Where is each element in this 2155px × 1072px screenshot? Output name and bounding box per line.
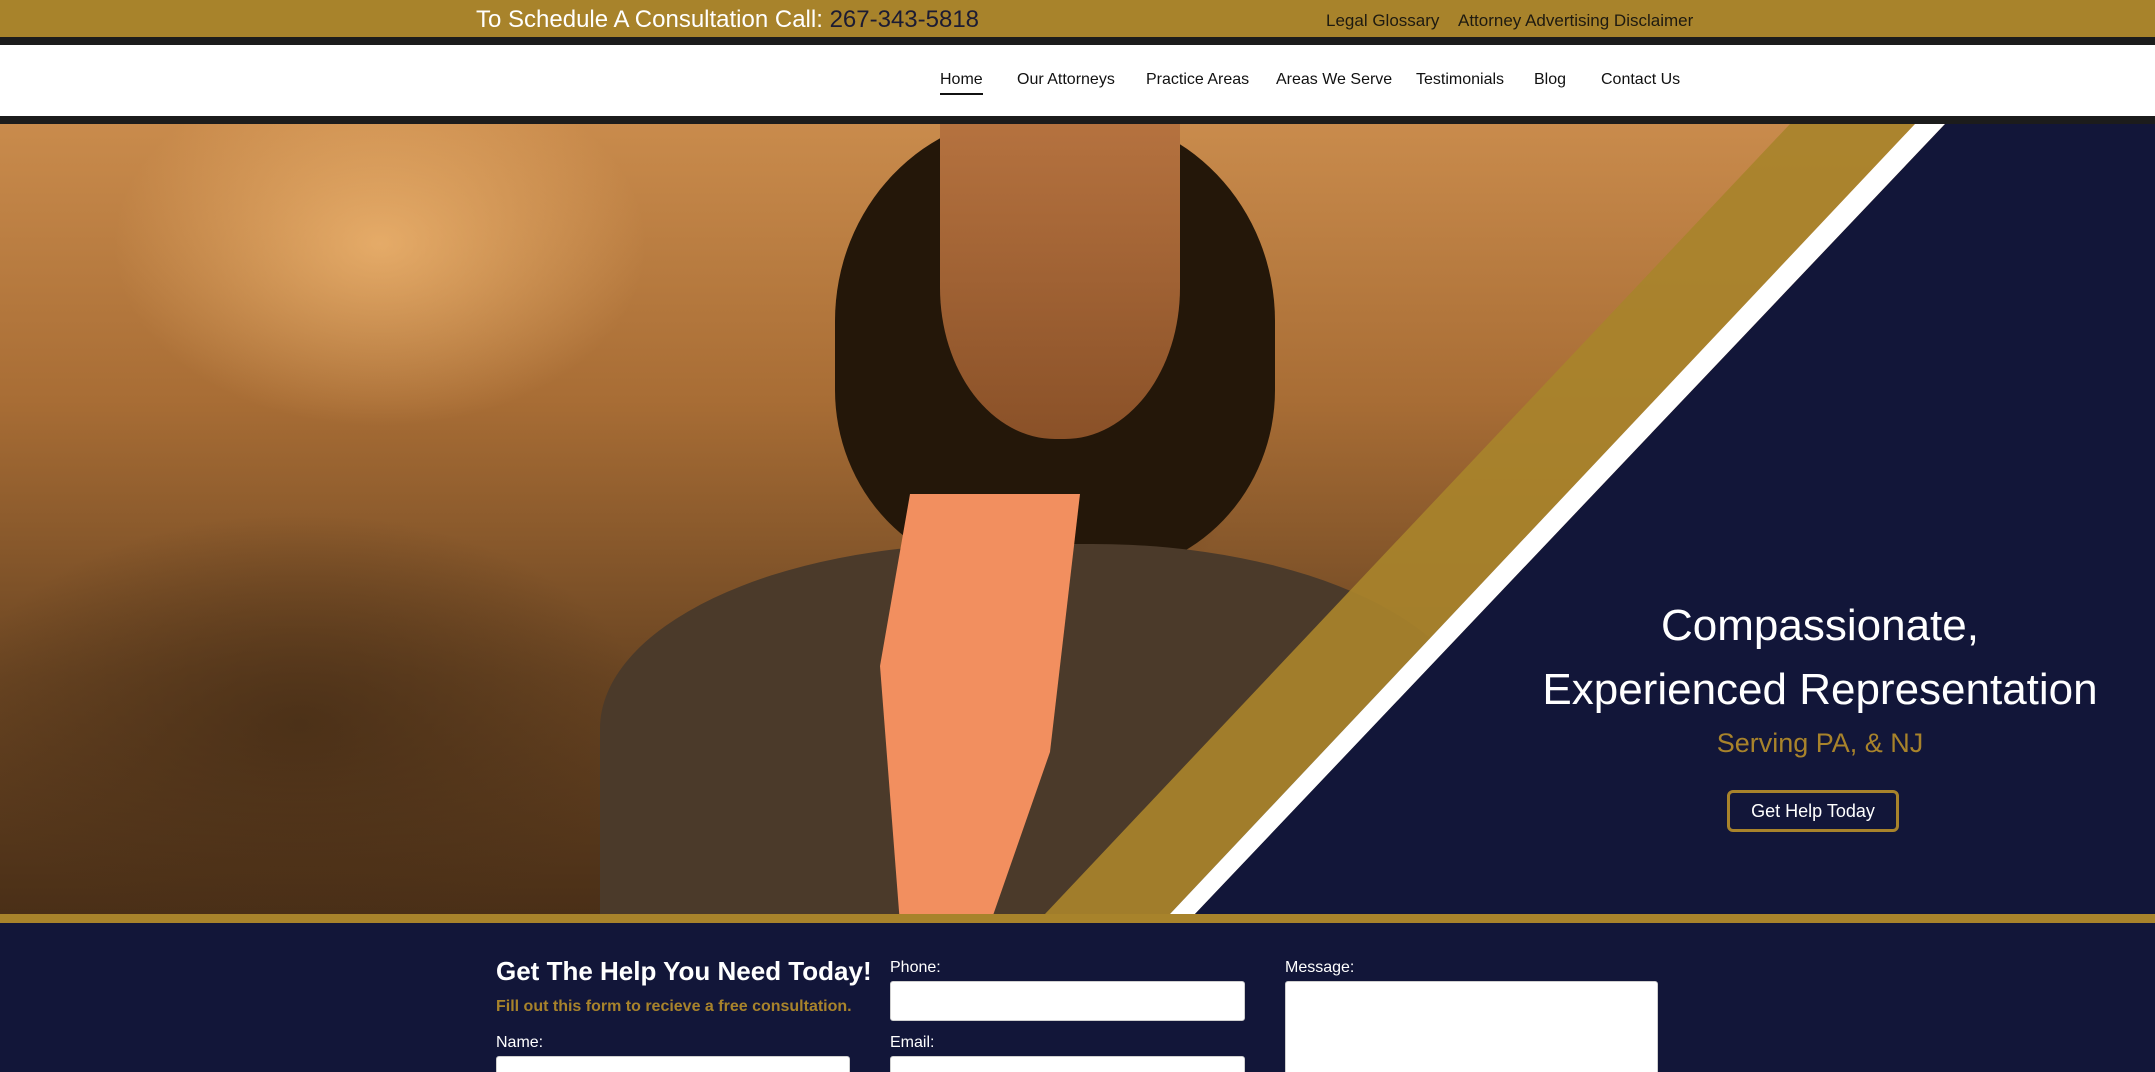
hero-heading-line2: Experienced Representation	[1542, 665, 2098, 714]
consultation-form-section: Get The Help You Need Today! Fill out th…	[0, 923, 2155, 1072]
form-title: Get The Help You Need Today!	[496, 956, 872, 986]
email-label: Email:	[890, 1034, 935, 1051]
consultation-cta: To Schedule A Consultation Call: 267-343…	[476, 6, 979, 34]
message-label: Message:	[1285, 959, 1355, 976]
name-field[interactable]	[496, 1056, 850, 1072]
legal-glossary-link[interactable]: Legal Glossary	[1326, 11, 1439, 31]
message-field[interactable]	[1285, 981, 1658, 1072]
nav-contact-us[interactable]: Contact Us	[1601, 71, 1680, 89]
name-label: Name:	[496, 1034, 544, 1051]
nav-practice-areas[interactable]: Practice Areas	[1146, 71, 1249, 89]
hero-heading: Compassionate, Experienced Representatio…	[1540, 594, 2100, 722]
nav-areas-we-serve[interactable]: Areas We Serve	[1276, 71, 1392, 89]
phone-link[interactable]: 267-343-5818	[830, 6, 979, 33]
phone-field[interactable]	[890, 981, 1245, 1021]
nav-blog[interactable]: Blog	[1534, 71, 1566, 89]
hero-banner: Compassionate, Experienced Representatio…	[0, 124, 2155, 914]
nav-testimonials[interactable]: Testimonials	[1416, 71, 1504, 89]
portrait-face	[940, 124, 1180, 439]
main-navigation: Home Our Attorneys Practice Areas Areas …	[0, 45, 2155, 116]
nav-our-attorneys[interactable]: Our Attorneys	[1017, 71, 1115, 89]
email-field[interactable]	[890, 1056, 1245, 1072]
hero-subheading: Serving PA, & NJ	[1716, 728, 1924, 758]
gold-divider	[0, 914, 2155, 923]
get-help-today-button[interactable]: Get Help Today	[1727, 790, 1899, 832]
nav-home[interactable]: Home	[940, 71, 983, 95]
phone-label: Phone:	[890, 959, 941, 976]
top-utility-bar: To Schedule A Consultation Call: 267-343…	[0, 0, 2155, 37]
nav-divider	[0, 116, 2155, 124]
consultation-text: To Schedule A Consultation Call:	[476, 6, 823, 33]
attorney-advertising-disclaimer-link[interactable]: Attorney Advertising Disclaimer	[1458, 11, 1693, 31]
top-divider	[0, 37, 2155, 45]
form-subtitle: Fill out this form to recieve a free con…	[496, 998, 852, 1015]
hero-heading-line1: Compassionate,	[1661, 601, 1979, 650]
